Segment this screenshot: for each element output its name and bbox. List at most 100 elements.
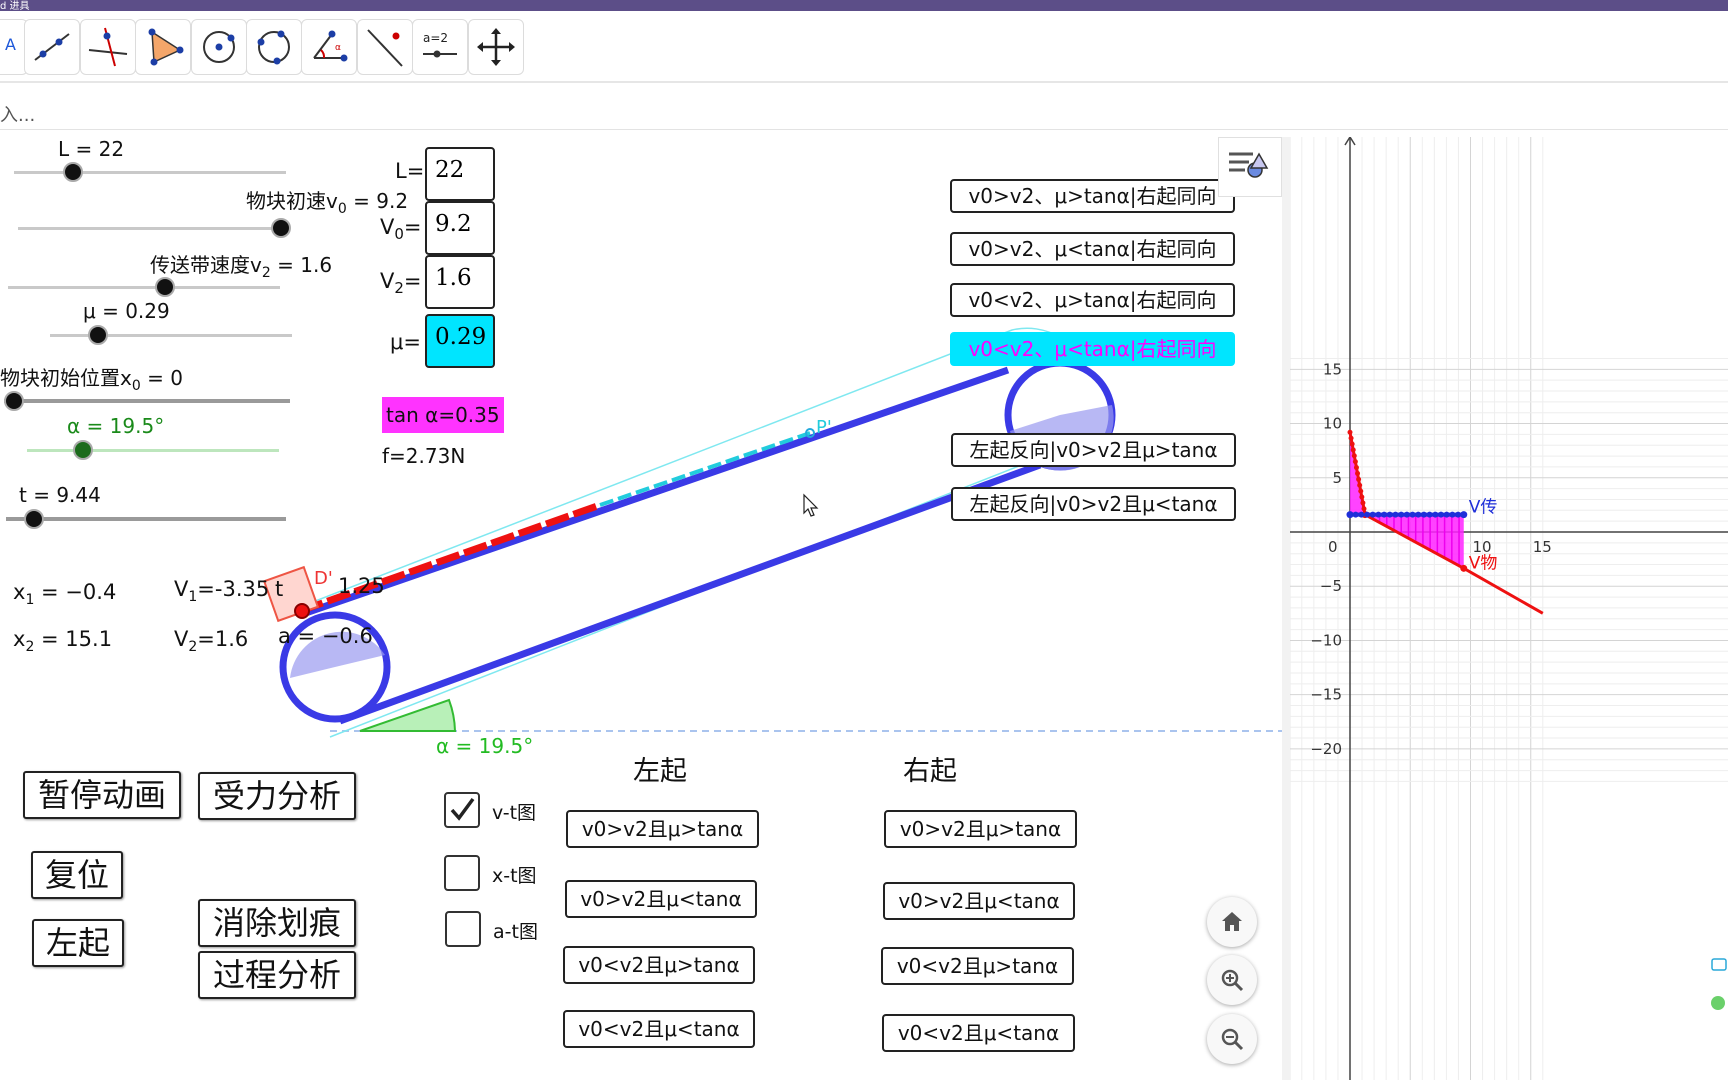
circle-3pts-tool[interactable] xyxy=(246,19,302,75)
slider-alpha-label: α = 19.5° xyxy=(67,414,165,438)
point-d-label: D' xyxy=(314,568,333,589)
style-bar-icon xyxy=(1229,152,1269,178)
series-point xyxy=(1460,564,1468,572)
belt-trace-dot xyxy=(1455,511,1462,518)
left-case-3[interactable]: v0<v2且μ>tanα xyxy=(563,946,755,984)
line-tool[interactable] xyxy=(24,19,80,75)
clear-trace-button[interactable]: 消除划痕 xyxy=(198,899,356,947)
right-case-4[interactable]: v0<v2且μ<tanα xyxy=(882,1014,1075,1052)
reflect-tool[interactable] xyxy=(357,19,413,75)
case-button-2[interactable]: v0>v2、μ<tanα|右起同向 xyxy=(950,232,1235,266)
x2-readout: x2 = 15.1 xyxy=(13,627,113,656)
slider-alpha-track[interactable] xyxy=(27,449,279,452)
slider-L-track[interactable] xyxy=(14,171,286,174)
at-label: a-t图 xyxy=(493,921,538,943)
right-case-1[interactable]: v0>v2且μ>tanα xyxy=(884,810,1077,848)
process-analysis-button[interactable]: 过程分析 xyxy=(198,951,356,999)
circle-tool[interactable] xyxy=(191,19,247,75)
left-case-2[interactable]: v0>v2且μ<tanα xyxy=(565,880,757,918)
belt-trace-dot xyxy=(1375,511,1382,518)
slider-x0-knob[interactable] xyxy=(4,391,24,411)
slider-x0-track[interactable] xyxy=(4,399,290,403)
slider-L-label: L = 22 xyxy=(58,137,125,161)
slider-mu-knob[interactable] xyxy=(88,325,108,345)
angle-tool[interactable]: α xyxy=(301,19,357,75)
graphics-view-2[interactable]: 0 10 15 15 10 5 −5 −10 −15 −20 V传 V物 xyxy=(1289,135,1728,1080)
slider-v2-knob[interactable] xyxy=(155,277,175,297)
input-v0[interactable]: 9.2 xyxy=(425,201,495,255)
trace-dot xyxy=(1351,453,1357,459)
belt-bottom xyxy=(338,461,1042,725)
belt-trace-dot xyxy=(1369,511,1376,518)
slider-x0-label: 物块初始位置x0 = 0 xyxy=(0,366,183,394)
input-v2[interactable]: 1.6 xyxy=(425,255,495,309)
case-button-4[interactable]: v0<v2、μ<tanα|右起同向 xyxy=(950,332,1235,366)
v1-readout: V1=-3.35 xyxy=(174,577,270,606)
angle-icon: α xyxy=(313,30,348,62)
right-start-title: 右起 xyxy=(903,756,957,787)
input-mu-label: μ= xyxy=(390,330,421,354)
slider-t-track[interactable] xyxy=(6,517,286,521)
perpendicular-tool[interactable] xyxy=(80,19,136,75)
case-button-3[interactable]: v0<v2、μ>tanα|右起同向 xyxy=(950,283,1235,317)
slider-t-knob[interactable] xyxy=(24,509,44,529)
vt-chart: 0 10 1515105−5−10−15−20V传V物 xyxy=(1289,135,1728,1080)
slider-mu-track[interactable] xyxy=(50,334,292,337)
slider-v2-track[interactable] xyxy=(8,286,280,289)
slider-v0-knob[interactable] xyxy=(271,218,291,238)
vt-checkbox[interactable] xyxy=(444,792,480,828)
reset-button[interactable]: 复位 xyxy=(31,851,123,899)
cyan-trace xyxy=(599,431,811,507)
belt-trace-dot xyxy=(1381,511,1388,518)
slider-icon: a=2 xyxy=(423,31,457,58)
x-tick-label: 15 xyxy=(1533,538,1552,556)
home-icon xyxy=(1222,912,1242,931)
mouse-cursor-icon xyxy=(803,493,819,517)
slider-alpha-knob[interactable] xyxy=(73,440,93,460)
belt-trace-dot xyxy=(1460,511,1467,518)
trace-dot xyxy=(1355,470,1361,476)
home-button[interactable] xyxy=(1207,897,1257,947)
at-checkbox[interactable] xyxy=(445,911,481,947)
y-tick-label: 15 xyxy=(1323,360,1342,378)
case-button-5[interactable]: 左起反向|v0>v2且μ>tanα xyxy=(951,433,1236,467)
friction-label: f=2.73N xyxy=(382,444,466,468)
belt-trace-dot xyxy=(1426,511,1433,518)
block-point[interactable] xyxy=(294,603,310,619)
move-view-tool[interactable] xyxy=(468,19,524,75)
graphics-view[interactable]: L = 22 物块初速v0 = 9.2 传送带速度v2 = 1.6 μ = 0.… xyxy=(0,137,1282,1080)
left-start-button[interactable]: 左起 xyxy=(32,919,124,967)
left-case-4[interactable]: v0<v2且μ<tanα xyxy=(563,1010,755,1048)
slider-tool[interactable]: a=2 xyxy=(412,19,468,75)
polygon-tool[interactable] xyxy=(135,19,191,75)
line-icon xyxy=(34,33,70,61)
case-button-1[interactable]: v0>v2、μ>tanα|右起同向 xyxy=(950,179,1235,213)
input-L[interactable]: 22 xyxy=(425,147,495,201)
belt-trace-dot xyxy=(1449,511,1456,518)
style-bar-toggle[interactable] xyxy=(1218,137,1282,197)
pause-animation-button[interactable]: 暂停动画 xyxy=(23,771,181,819)
move-icon: A xyxy=(5,35,16,54)
right-case-3[interactable]: v0<v2且μ>tanα xyxy=(881,947,1074,985)
belt-trace-dot xyxy=(1443,511,1450,518)
angle-label: α = 19.5° xyxy=(436,734,534,758)
y-tick-label: −5 xyxy=(1320,577,1342,595)
input-bar[interactable]: 入... xyxy=(0,95,1728,130)
left-case-1[interactable]: v0>v2且μ>tanα xyxy=(566,810,759,848)
force-analysis-button[interactable]: 受力分析 xyxy=(198,772,356,820)
circle-three-points-icon xyxy=(257,30,290,65)
slider-mu-label: μ = 0.29 xyxy=(83,299,170,323)
y-tick-label: −10 xyxy=(1310,631,1342,649)
input-mu[interactable]: 0.29 xyxy=(425,314,495,368)
case-button-6[interactable]: 左起反向|v0>v2且μ<tanα xyxy=(951,487,1236,521)
title-bar: d 进具 xyxy=(0,0,1728,12)
view-separator[interactable] xyxy=(1282,137,1290,1080)
right-case-2[interactable]: v0>v2且μ<tanα xyxy=(883,882,1075,920)
zoom-out-button[interactable] xyxy=(1207,1014,1257,1064)
trace-dot xyxy=(1350,447,1356,453)
zoom-in-button[interactable] xyxy=(1207,955,1257,1005)
slider-v0-track[interactable] xyxy=(18,227,288,230)
slider-L-knob[interactable] xyxy=(63,162,83,182)
xt-checkbox[interactable] xyxy=(444,855,480,891)
y-tick-label: −20 xyxy=(1310,740,1342,758)
